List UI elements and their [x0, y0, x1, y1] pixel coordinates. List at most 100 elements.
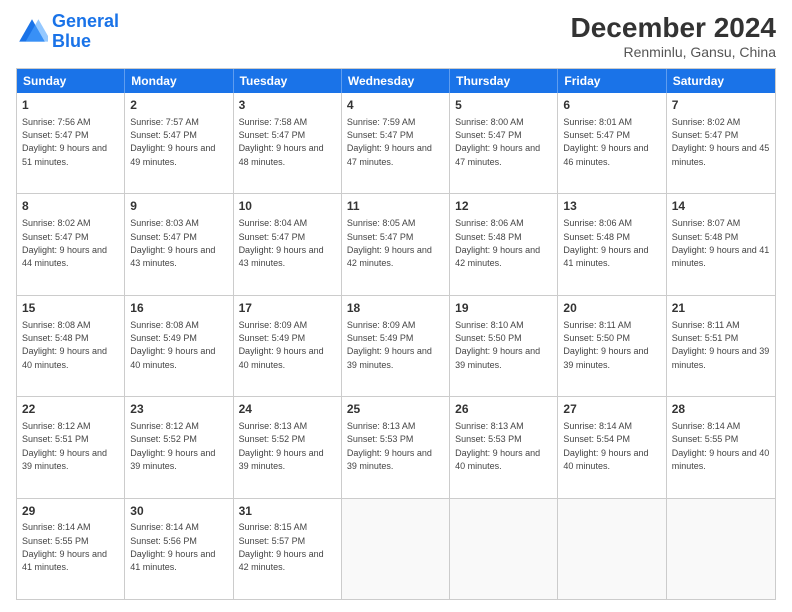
- day-number: 8: [22, 198, 119, 215]
- day-number: 14: [672, 198, 770, 215]
- calendar-cell: 17 Sunrise: 8:09 AMSunset: 5:49 PMDayligh…: [234, 296, 342, 396]
- cell-info: Sunrise: 8:14 AMSunset: 5:55 PMDaylight:…: [22, 522, 107, 572]
- day-number: 15: [22, 300, 119, 317]
- calendar-cell: 30Sunrise: 8:14 AMSunset: 5:56 PMDayligh…: [125, 499, 233, 599]
- calendar-cell: 16 Sunrise: 8:08 AMSunset: 5:49 PMDayligh…: [125, 296, 233, 396]
- logo-text: General Blue: [52, 12, 119, 52]
- calendar-row-4: 22 Sunrise: 8:12 AMSunset: 5:51 PMDayligh…: [17, 397, 775, 498]
- calendar-cell: 21 Sunrise: 8:11 AMSunset: 5:51 PMDayligh…: [667, 296, 775, 396]
- cell-info: Sunrise: 8:08 AMSunset: 5:49 PMDaylight:…: [130, 320, 215, 370]
- day-number: 18: [347, 300, 444, 317]
- cell-info: Sunrise: 7:59 AMSunset: 5:47 PMDaylight:…: [347, 117, 432, 167]
- cell-info: Sunrise: 8:02 AMSunset: 5:47 PMDaylight:…: [22, 218, 107, 268]
- logo: General Blue: [16, 12, 119, 52]
- header-day-saturday: Saturday: [667, 69, 775, 93]
- cell-info: Sunrise: 8:14 AMSunset: 5:55 PMDaylight:…: [672, 421, 770, 471]
- day-number: 22: [22, 401, 119, 418]
- calendar-row-5: 29 Sunrise: 8:14 AMSunset: 5:55 PMDayligh…: [17, 499, 775, 599]
- day-number: 3: [239, 97, 336, 114]
- cell-info: Sunrise: 8:09 AMSunset: 5:49 PMDaylight:…: [347, 320, 432, 370]
- cell-info: Sunrise: 8:01 AMSunset: 5:47 PMDaylight:…: [563, 117, 648, 167]
- cell-info: Sunrise: 8:06 AMSunset: 5:48 PMDaylight:…: [563, 218, 648, 268]
- day-number: 11: [347, 198, 444, 215]
- day-number: 26: [455, 401, 552, 418]
- header-day-wednesday: Wednesday: [342, 69, 450, 93]
- calendar-cell: 8 Sunrise: 8:02 AMSunset: 5:47 PMDaylight…: [17, 194, 125, 294]
- calendar-cell: [558, 499, 666, 599]
- day-number: 19: [455, 300, 552, 317]
- calendar-cell: 9 Sunrise: 8:03 AMSunset: 5:47 PMDaylight…: [125, 194, 233, 294]
- calendar-cell: 14Sunrise: 8:07 AMSunset: 5:48 PMDayligh…: [667, 194, 775, 294]
- cell-info: Sunrise: 8:15 AMSunset: 5:57 PMDaylight:…: [239, 522, 324, 572]
- cell-info: Sunrise: 8:05 AMSunset: 5:47 PMDaylight:…: [347, 218, 432, 268]
- day-number: 31: [239, 503, 336, 520]
- calendar-cell: 27Sunrise: 8:14 AMSunset: 5:54 PMDayligh…: [558, 397, 666, 497]
- calendar-row-2: 8 Sunrise: 8:02 AMSunset: 5:47 PMDaylight…: [17, 194, 775, 295]
- calendar-cell: 25 Sunrise: 8:13 AMSunset: 5:53 PMDayligh…: [342, 397, 450, 497]
- day-number: 1: [22, 97, 119, 114]
- cell-info: Sunrise: 8:11 AMSunset: 5:51 PMDaylight:…: [672, 320, 770, 370]
- day-number: 9: [130, 198, 227, 215]
- day-number: 16: [130, 300, 227, 317]
- cell-info: Sunrise: 8:14 AMSunset: 5:54 PMDaylight:…: [563, 421, 648, 471]
- calendar: SundayMondayTuesdayWednesdayThursdayFrid…: [16, 68, 776, 600]
- cell-info: Sunrise: 8:13 AMSunset: 5:52 PMDaylight:…: [239, 421, 324, 471]
- subtitle: Renminlu, Gansu, China: [571, 44, 776, 60]
- calendar-body: 1Sunrise: 7:56 AMSunset: 5:47 PMDaylight…: [17, 93, 775, 599]
- cell-info: Sunrise: 8:12 AMSunset: 5:52 PMDaylight:…: [130, 421, 215, 471]
- calendar-cell: 12 Sunrise: 8:06 AMSunset: 5:48 PMDayligh…: [450, 194, 558, 294]
- day-number: 24: [239, 401, 336, 418]
- day-number: 10: [239, 198, 336, 215]
- calendar-row-1: 1Sunrise: 7:56 AMSunset: 5:47 PMDaylight…: [17, 93, 775, 194]
- calendar-cell: [667, 499, 775, 599]
- calendar-cell: 5Sunrise: 8:00 AMSunset: 5:47 PMDaylight…: [450, 93, 558, 193]
- calendar-cell: 2 Sunrise: 7:57 AMSunset: 5:47 PMDaylight…: [125, 93, 233, 193]
- calendar-row-3: 15 Sunrise: 8:08 AMSunset: 5:48 PMDayligh…: [17, 296, 775, 397]
- cell-info: Sunrise: 8:10 AMSunset: 5:50 PMDaylight:…: [455, 320, 540, 370]
- calendar-cell: 15 Sunrise: 8:08 AMSunset: 5:48 PMDayligh…: [17, 296, 125, 396]
- day-number: 12: [455, 198, 552, 215]
- cell-info: Sunrise: 8:12 AMSunset: 5:51 PMDaylight:…: [22, 421, 107, 471]
- header-day-sunday: Sunday: [17, 69, 125, 93]
- day-number: 5: [455, 97, 552, 114]
- main-title: December 2024: [571, 12, 776, 44]
- day-number: 23: [130, 401, 227, 418]
- cell-info: Sunrise: 8:06 AMSunset: 5:48 PMDaylight:…: [455, 218, 540, 268]
- day-number: 7: [672, 97, 770, 114]
- header-day-monday: Monday: [125, 69, 233, 93]
- calendar-cell: 28Sunrise: 8:14 AMSunset: 5:55 PMDayligh…: [667, 397, 775, 497]
- calendar-cell: [450, 499, 558, 599]
- calendar-cell: 20 Sunrise: 8:11 AMSunset: 5:50 PMDayligh…: [558, 296, 666, 396]
- logo-line1: General: [52, 11, 119, 31]
- calendar-cell: 11 Sunrise: 8:05 AMSunset: 5:47 PMDayligh…: [342, 194, 450, 294]
- calendar-cell: 10 Sunrise: 8:04 AMSunset: 5:47 PMDayligh…: [234, 194, 342, 294]
- day-number: 29: [22, 503, 119, 520]
- day-number: 21: [672, 300, 770, 317]
- day-number: 25: [347, 401, 444, 418]
- calendar-header: SundayMondayTuesdayWednesdayThursdayFrid…: [17, 69, 775, 93]
- calendar-cell: 24 Sunrise: 8:13 AMSunset: 5:52 PMDayligh…: [234, 397, 342, 497]
- cell-info: Sunrise: 8:13 AMSunset: 5:53 PMDaylight:…: [347, 421, 432, 471]
- header-day-tuesday: Tuesday: [234, 69, 342, 93]
- cell-info: Sunrise: 8:09 AMSunset: 5:49 PMDaylight:…: [239, 320, 324, 370]
- logo-icon: [16, 16, 48, 48]
- day-number: 6: [563, 97, 660, 114]
- cell-info: Sunrise: 8:03 AMSunset: 5:47 PMDaylight:…: [130, 218, 215, 268]
- calendar-cell: 23 Sunrise: 8:12 AMSunset: 5:52 PMDayligh…: [125, 397, 233, 497]
- cell-info: Sunrise: 7:58 AMSunset: 5:47 PMDaylight:…: [239, 117, 324, 167]
- cell-info: Sunrise: 8:11 AMSunset: 5:50 PMDaylight:…: [563, 320, 648, 370]
- cell-info: Sunrise: 7:57 AMSunset: 5:47 PMDaylight:…: [130, 117, 215, 167]
- cell-info: Sunrise: 8:04 AMSunset: 5:47 PMDaylight:…: [239, 218, 324, 268]
- day-number: 2: [130, 97, 227, 114]
- cell-info: Sunrise: 8:02 AMSunset: 5:47 PMDaylight:…: [672, 117, 770, 167]
- cell-info: Sunrise: 8:13 AMSunset: 5:53 PMDaylight:…: [455, 421, 540, 471]
- cell-info: Sunrise: 8:14 AMSunset: 5:56 PMDaylight:…: [130, 522, 215, 572]
- day-number: 17: [239, 300, 336, 317]
- calendar-cell: 31 Sunrise: 8:15 AMSunset: 5:57 PMDayligh…: [234, 499, 342, 599]
- day-number: 20: [563, 300, 660, 317]
- header-day-thursday: Thursday: [450, 69, 558, 93]
- header-day-friday: Friday: [558, 69, 666, 93]
- calendar-cell: 18 Sunrise: 8:09 AMSunset: 5:49 PMDayligh…: [342, 296, 450, 396]
- calendar-cell: 7 Sunrise: 8:02 AMSunset: 5:47 PMDaylight…: [667, 93, 775, 193]
- cell-info: Sunrise: 8:08 AMSunset: 5:48 PMDaylight:…: [22, 320, 107, 370]
